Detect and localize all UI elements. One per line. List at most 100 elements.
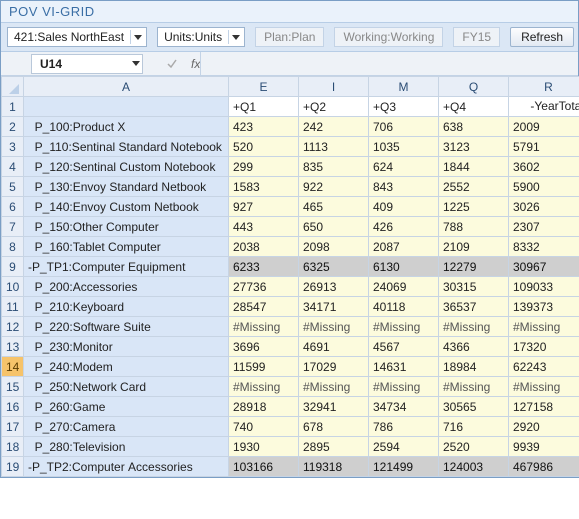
row-label[interactable]: P_130:Envoy Standard Netbook bbox=[24, 177, 229, 197]
data-cell[interactable]: 1844 bbox=[439, 157, 509, 177]
data-cell[interactable]: 1930 bbox=[229, 437, 299, 457]
row-header-4[interactable]: 4 bbox=[2, 157, 24, 177]
row-label[interactable]: P_210:Keyboard bbox=[24, 297, 229, 317]
data-cell[interactable]: 2009 bbox=[509, 117, 579, 137]
row-header-12[interactable]: 12 bbox=[2, 317, 24, 337]
data-cell[interactable]: #Missing bbox=[369, 317, 439, 337]
row-header-7[interactable]: 7 bbox=[2, 217, 24, 237]
data-cell[interactable]: 835 bbox=[299, 157, 369, 177]
row-header-10[interactable]: 10 bbox=[2, 277, 24, 297]
row-label[interactable]: -P_TP2:Computer Accessories bbox=[24, 457, 229, 477]
data-cell[interactable]: #Missing bbox=[509, 317, 579, 337]
cell-M1[interactable]: +Q3 bbox=[369, 97, 439, 117]
col-header-E[interactable]: E bbox=[229, 77, 299, 97]
row-label[interactable]: P_110:Sentinal Standard Notebook bbox=[24, 137, 229, 157]
data-cell[interactable]: 2594 bbox=[369, 437, 439, 457]
row-header-6[interactable]: 6 bbox=[2, 197, 24, 217]
data-cell[interactable]: 2552 bbox=[439, 177, 509, 197]
data-cell[interactable]: 30315 bbox=[439, 277, 509, 297]
data-cell[interactable]: #Missing bbox=[229, 377, 299, 397]
data-cell[interactable]: #Missing bbox=[509, 377, 579, 397]
data-cell[interactable]: 9939 bbox=[509, 437, 579, 457]
data-cell[interactable]: 716 bbox=[439, 417, 509, 437]
data-cell[interactable]: 624 bbox=[369, 157, 439, 177]
data-cell[interactable]: 299 bbox=[229, 157, 299, 177]
data-cell[interactable]: 2087 bbox=[369, 237, 439, 257]
refresh-button[interactable]: Refresh bbox=[510, 27, 574, 47]
data-cell[interactable]: 467986 bbox=[509, 457, 579, 477]
data-cell[interactable]: 121499 bbox=[369, 457, 439, 477]
row-header-13[interactable]: 13 bbox=[2, 337, 24, 357]
row-label[interactable]: P_250:Network Card bbox=[24, 377, 229, 397]
data-cell[interactable]: 409 bbox=[369, 197, 439, 217]
data-cell[interactable]: 109033 bbox=[509, 277, 579, 297]
data-cell[interactable]: 4567 bbox=[369, 337, 439, 357]
row-label[interactable]: P_140:Envoy Custom Netbook bbox=[24, 197, 229, 217]
data-cell[interactable]: 520 bbox=[229, 137, 299, 157]
data-cell[interactable]: 1583 bbox=[229, 177, 299, 197]
row-label[interactable]: P_150:Other Computer bbox=[24, 217, 229, 237]
row-header-3[interactable]: 3 bbox=[2, 137, 24, 157]
data-cell[interactable]: 2920 bbox=[509, 417, 579, 437]
data-cell[interactable]: 922 bbox=[299, 177, 369, 197]
data-cell[interactable]: 1035 bbox=[369, 137, 439, 157]
row-label[interactable]: P_270:Camera bbox=[24, 417, 229, 437]
col-header-I[interactable]: I bbox=[299, 77, 369, 97]
data-cell[interactable]: 34734 bbox=[369, 397, 439, 417]
data-cell[interactable]: 443 bbox=[229, 217, 299, 237]
row-header-5[interactable]: 5 bbox=[2, 177, 24, 197]
data-cell[interactable]: 12279 bbox=[439, 257, 509, 277]
data-cell[interactable]: 30565 bbox=[439, 397, 509, 417]
col-header-R[interactable]: R bbox=[509, 77, 579, 97]
data-cell[interactable]: #Missing bbox=[369, 377, 439, 397]
entity-selector[interactable]: 421:Sales NorthEast bbox=[7, 27, 147, 47]
data-cell[interactable]: 32941 bbox=[299, 397, 369, 417]
data-cell[interactable]: 6130 bbox=[369, 257, 439, 277]
data-cell[interactable]: 706 bbox=[369, 117, 439, 137]
data-cell[interactable]: 62243 bbox=[509, 357, 579, 377]
row-header-2[interactable]: 2 bbox=[2, 117, 24, 137]
data-cell[interactable]: 2038 bbox=[229, 237, 299, 257]
row-label[interactable]: P_100:Product X bbox=[24, 117, 229, 137]
data-cell[interactable]: 124003 bbox=[439, 457, 509, 477]
select-all-corner[interactable] bbox=[2, 77, 24, 97]
data-cell[interactable]: 24069 bbox=[369, 277, 439, 297]
data-cell[interactable]: 6233 bbox=[229, 257, 299, 277]
row-header-16[interactable]: 16 bbox=[2, 397, 24, 417]
data-cell[interactable]: 139373 bbox=[509, 297, 579, 317]
data-cell[interactable]: 678 bbox=[299, 417, 369, 437]
data-cell[interactable]: 2520 bbox=[439, 437, 509, 457]
data-cell[interactable]: 788 bbox=[439, 217, 509, 237]
data-cell[interactable]: 740 bbox=[229, 417, 299, 437]
data-cell[interactable]: 3602 bbox=[509, 157, 579, 177]
col-header-Q[interactable]: Q bbox=[439, 77, 509, 97]
data-cell[interactable]: 18984 bbox=[439, 357, 509, 377]
data-cell[interactable]: 2109 bbox=[439, 237, 509, 257]
data-cell[interactable]: 2895 bbox=[299, 437, 369, 457]
data-cell[interactable]: 17320 bbox=[509, 337, 579, 357]
units-selector[interactable]: Units:Units bbox=[157, 27, 245, 47]
row-label[interactable]: P_200:Accessories bbox=[24, 277, 229, 297]
data-cell[interactable]: #Missing bbox=[299, 377, 369, 397]
row-label[interactable]: P_230:Monitor bbox=[24, 337, 229, 357]
row-label[interactable]: P_280:Television bbox=[24, 437, 229, 457]
data-cell[interactable]: #Missing bbox=[439, 317, 509, 337]
data-cell[interactable]: 2307 bbox=[509, 217, 579, 237]
row-header-11[interactable]: 11 bbox=[2, 297, 24, 317]
data-cell[interactable]: 40118 bbox=[369, 297, 439, 317]
row-header-15[interactable]: 15 bbox=[2, 377, 24, 397]
data-cell[interactable]: 30967 bbox=[509, 257, 579, 277]
row-label[interactable]: P_120:Sentinal Custom Notebook bbox=[24, 157, 229, 177]
row-header-8[interactable]: 8 bbox=[2, 237, 24, 257]
data-cell[interactable]: 119318 bbox=[299, 457, 369, 477]
data-cell[interactable]: 3696 bbox=[229, 337, 299, 357]
cell-I1[interactable]: +Q2 bbox=[299, 97, 369, 117]
data-cell[interactable]: 786 bbox=[369, 417, 439, 437]
data-cell[interactable]: 927 bbox=[229, 197, 299, 217]
row-label[interactable]: P_240:Modem bbox=[24, 357, 229, 377]
col-header-A[interactable]: A bbox=[24, 77, 229, 97]
name-box[interactable]: U14 bbox=[31, 54, 143, 74]
data-cell[interactable]: 28547 bbox=[229, 297, 299, 317]
data-cell[interactable]: 1225 bbox=[439, 197, 509, 217]
cell-R1[interactable]: -YearTotal bbox=[509, 97, 579, 117]
